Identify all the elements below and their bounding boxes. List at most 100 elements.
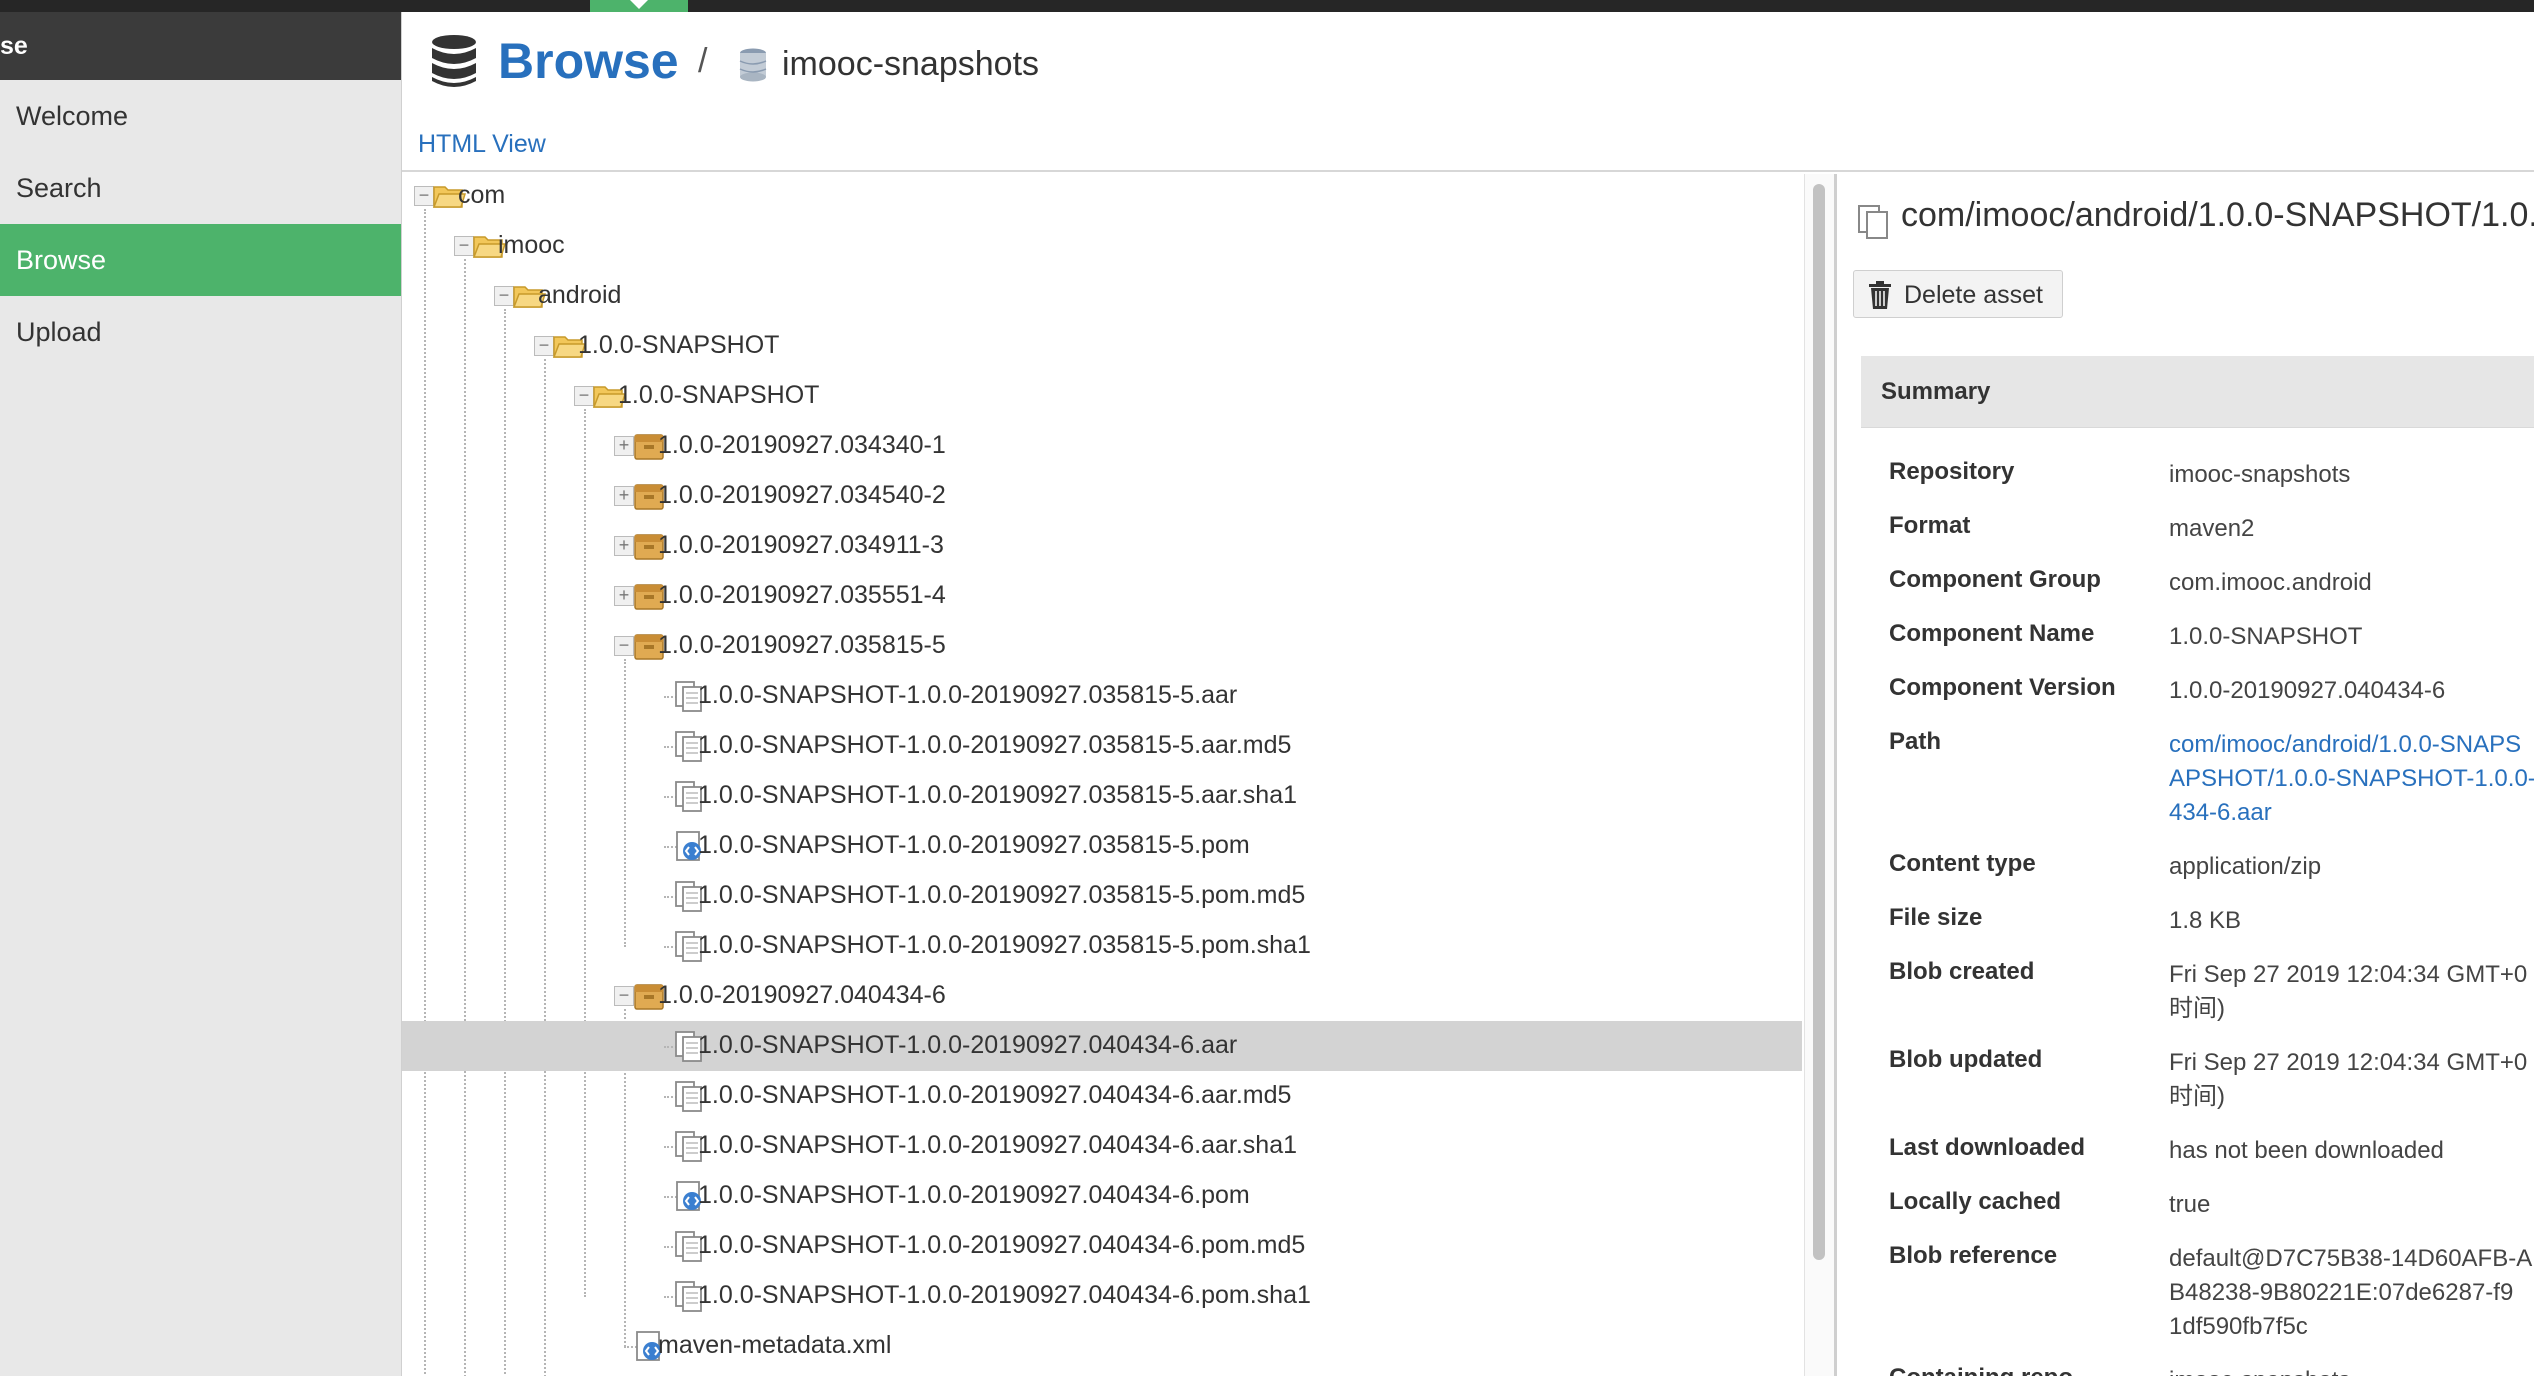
- tree-node-label: 1.0.0-20190927.034340-1: [658, 431, 946, 459]
- expand-icon[interactable]: +: [614, 536, 634, 556]
- tree-scrollbar[interactable]: [1804, 174, 1834, 1376]
- collapse-icon[interactable]: −: [414, 186, 434, 206]
- active-menu-indicator: [590, 0, 688, 12]
- summary-key: Last downloaded: [1889, 1134, 2086, 1161]
- html-view-link[interactable]: HTML View: [418, 130, 546, 159]
- summary-value: Fri Sep 27 2019 12:04:34 GMT+0 时间): [2169, 958, 2534, 1026]
- summary-value: imooc-snapshots: [2169, 458, 2534, 492]
- collapse-icon[interactable]: −: [614, 636, 634, 656]
- summary-value-line: 1.0.0-20190927.040434-6: [2169, 677, 2446, 704]
- summary-value-line: com.imooc.android: [2169, 569, 2372, 596]
- sidebar-item-search[interactable]: Search: [0, 152, 401, 224]
- summary-value-line: imooc-snapshots: [2169, 461, 2351, 488]
- summary-value: has not been downloaded: [2169, 1134, 2534, 1168]
- tree-node-label: 1.0.0-20190927.035815-5: [658, 631, 946, 659]
- trash-icon: [1869, 281, 1891, 309]
- tree-node[interactable]: 1.0.0-SNAPSHOT-1.0.0-20190927.040434-6.a…: [402, 1071, 1802, 1121]
- tree-node[interactable]: − com: [402, 174, 1802, 221]
- summary-value-line: 时间): [2169, 1083, 2225, 1110]
- repository-icon: [739, 48, 767, 82]
- sidebar-title: se: [0, 12, 401, 80]
- summary-value-line: imooc-snapshots: [2169, 1364, 2534, 1376]
- tree-node-label: 1.0.0-20190927.040434-6: [658, 981, 946, 1009]
- summary-value: true: [2169, 1188, 2534, 1222]
- tree-node[interactable]: 1.0.0-SNAPSHOT-1.0.0-20190927.040434-6.a…: [402, 1021, 1802, 1071]
- tree-node[interactable]: 1.0.0-SNAPSHOT-1.0.0-20190927.035815-5.p…: [402, 821, 1802, 871]
- summary-value: Fri Sep 27 2019 12:04:34 GMT+0 时间): [2169, 1046, 2534, 1114]
- tree-node[interactable]: 1.0.0-SNAPSHOT-1.0.0-20190927.035815-5.a…: [402, 721, 1802, 771]
- tree-node[interactable]: 1.0.0-SNAPSHOT-1.0.0-20190927.035815-5.p…: [402, 921, 1802, 971]
- summary-path-link[interactable]: com/imooc/android/1.0.0-SNAPS APSHOT/1.0.…: [2169, 728, 2534, 830]
- tree-node-label: 1.0.0-20190927.034540-2: [658, 481, 946, 509]
- tree-node-label: 1.0.0-SNAPSHOT-1.0.0-20190927.040434-6.a…: [698, 1031, 1238, 1059]
- summary-value-line: Fri Sep 27 2019 12:04:34 GMT+0: [2169, 1049, 2528, 1076]
- sidebar-item-upload[interactable]: Upload: [0, 296, 401, 368]
- summary-value-line: APSHOT/1.0.0-SNAPSHOT-1.0.0-2: [2169, 765, 2534, 792]
- collapse-icon[interactable]: −: [574, 386, 594, 406]
- breadcrumb-separator: /: [698, 42, 708, 80]
- tree-node[interactable]: maven-metadata.xml: [402, 1321, 1802, 1371]
- summary-value-line: B48238-9B80221E:07de6287-f9: [2169, 1279, 2514, 1306]
- summary-key: Blob created: [1889, 958, 2035, 985]
- tree-node[interactable]: +1.0.0-20190927.034540-2: [402, 471, 1802, 521]
- sidebar-item-welcome[interactable]: Welcome: [0, 80, 401, 152]
- tree-node[interactable]: 1.0.0-SNAPSHOT-1.0.0-20190927.040434-6.p…: [402, 1221, 1802, 1271]
- tree-node-label: 1.0.0-20190927.034911-3: [658, 531, 944, 559]
- tree-node-label: 1.0.0-SNAPSHOT: [618, 381, 820, 409]
- tree-node-label: 1.0.0-SNAPSHOT-1.0.0-20190927.040434-6.p…: [698, 1181, 1250, 1209]
- summary-key: Locally cached: [1889, 1188, 2062, 1215]
- sidebar-item-browse[interactable]: Browse: [0, 224, 401, 296]
- tree-node[interactable]: +1.0.0-20190927.035551-4: [402, 571, 1802, 621]
- tree-node[interactable]: 1.0.0-SNAPSHOT-1.0.0-20190927.035815-5.a…: [402, 771, 1802, 821]
- tree-node[interactable]: 1.0.0-SNAPSHOT-1.0.0-20190927.040434-6.p…: [402, 1271, 1802, 1321]
- tree-node-label: imooc: [498, 231, 565, 259]
- tree-node[interactable]: − 1.0.0-20190927.040434-6: [402, 971, 1802, 1021]
- tree-node[interactable]: − 1.0.0-20190927.035815-5: [402, 621, 1802, 671]
- summary-value-line: 时间): [2169, 995, 2225, 1022]
- tree-node-label: 1.0.0-20190927.035551-4: [658, 581, 946, 609]
- tree-node[interactable]: 1.0.0-SNAPSHOT-1.0.0-20190927.040434-6.a…: [402, 1121, 1802, 1171]
- page-title[interactable]: Browse: [498, 32, 679, 90]
- tree-node[interactable]: +1.0.0-20190927.034911-3: [402, 521, 1802, 571]
- tree-node[interactable]: 1.0.0-SNAPSHOT-1.0.0-20190927.035815-5.p…: [402, 871, 1802, 921]
- tree-node[interactable]: − 1.0.0-SNAPSHOT: [402, 371, 1802, 421]
- summary-value: imooc-snapshots: [2169, 1364, 2534, 1376]
- collapse-icon[interactable]: −: [534, 336, 554, 356]
- expand-icon[interactable]: +: [614, 486, 634, 506]
- summary-key: Path: [1889, 728, 1942, 755]
- summary-value: com.imooc.android: [2169, 566, 2534, 600]
- collapse-icon[interactable]: −: [454, 236, 474, 256]
- tree-node-label: 1.0.0-SNAPSHOT-1.0.0-20190927.035815-5.p…: [698, 831, 1250, 859]
- sidebar: se Welcome Search Browse Upload: [0, 12, 402, 1376]
- collapse-icon[interactable]: −: [494, 286, 514, 306]
- summary-value-line: true: [2169, 1191, 2211, 1218]
- summary-value-line: 1.0.0-SNAPSHOT: [2169, 623, 2363, 650]
- summary-key: Content type: [1889, 850, 2036, 877]
- summary-value-line: 434-6.aar: [2169, 799, 2272, 826]
- tree-node-label: 1.0.0-SNAPSHOT-1.0.0-20190927.035815-5.a…: [698, 681, 1238, 709]
- summary-header[interactable]: Summary: [1861, 356, 2534, 428]
- delete-asset-button[interactable]: Delete asset: [1853, 270, 2063, 318]
- summary-key: Component Version: [1889, 674, 2116, 701]
- summary-value-line: com/imooc/android/1.0.0-SNAPS: [2169, 731, 2522, 758]
- tree-node[interactable]: − imooc: [402, 221, 1802, 271]
- summary-value-line: application/zip: [2169, 853, 2322, 880]
- summary-value: maven2: [2169, 512, 2534, 546]
- tree-node-label: 1.0.0-SNAPSHOT-1.0.0-20190927.035815-5.a…: [698, 781, 1298, 809]
- summary-key: File size: [1889, 904, 1983, 931]
- tree-node[interactable]: − 1.0.0-SNAPSHOT: [402, 321, 1802, 371]
- summary-value: 1.0.0-SNAPSHOT: [2169, 620, 2534, 654]
- tree-node[interactable]: 1.0.0-SNAPSHOT-1.0.0-20190927.040434-6.p…: [402, 1171, 1802, 1221]
- tree-node[interactable]: − android: [402, 271, 1802, 321]
- summary-key: Component Name: [1889, 620, 2095, 647]
- summary-value-line: 1.8 KB: [2169, 907, 2242, 934]
- summary-value-line: maven2: [2169, 515, 2255, 542]
- summary-key: Repository: [1889, 458, 2015, 485]
- expand-icon[interactable]: +: [614, 436, 634, 456]
- tree-node[interactable]: 1.0.0-SNAPSHOT-1.0.0-20190927.035815-5.a…: [402, 671, 1802, 721]
- summary-value-line: default@D7C75B38-14D60AFB-A: [2169, 1245, 2533, 1272]
- tree-node[interactable]: +1.0.0-20190927.034340-1: [402, 421, 1802, 471]
- scrollbar-thumb[interactable]: [1813, 184, 1825, 1260]
- expand-icon[interactable]: +: [614, 586, 634, 606]
- collapse-icon[interactable]: −: [614, 986, 634, 1006]
